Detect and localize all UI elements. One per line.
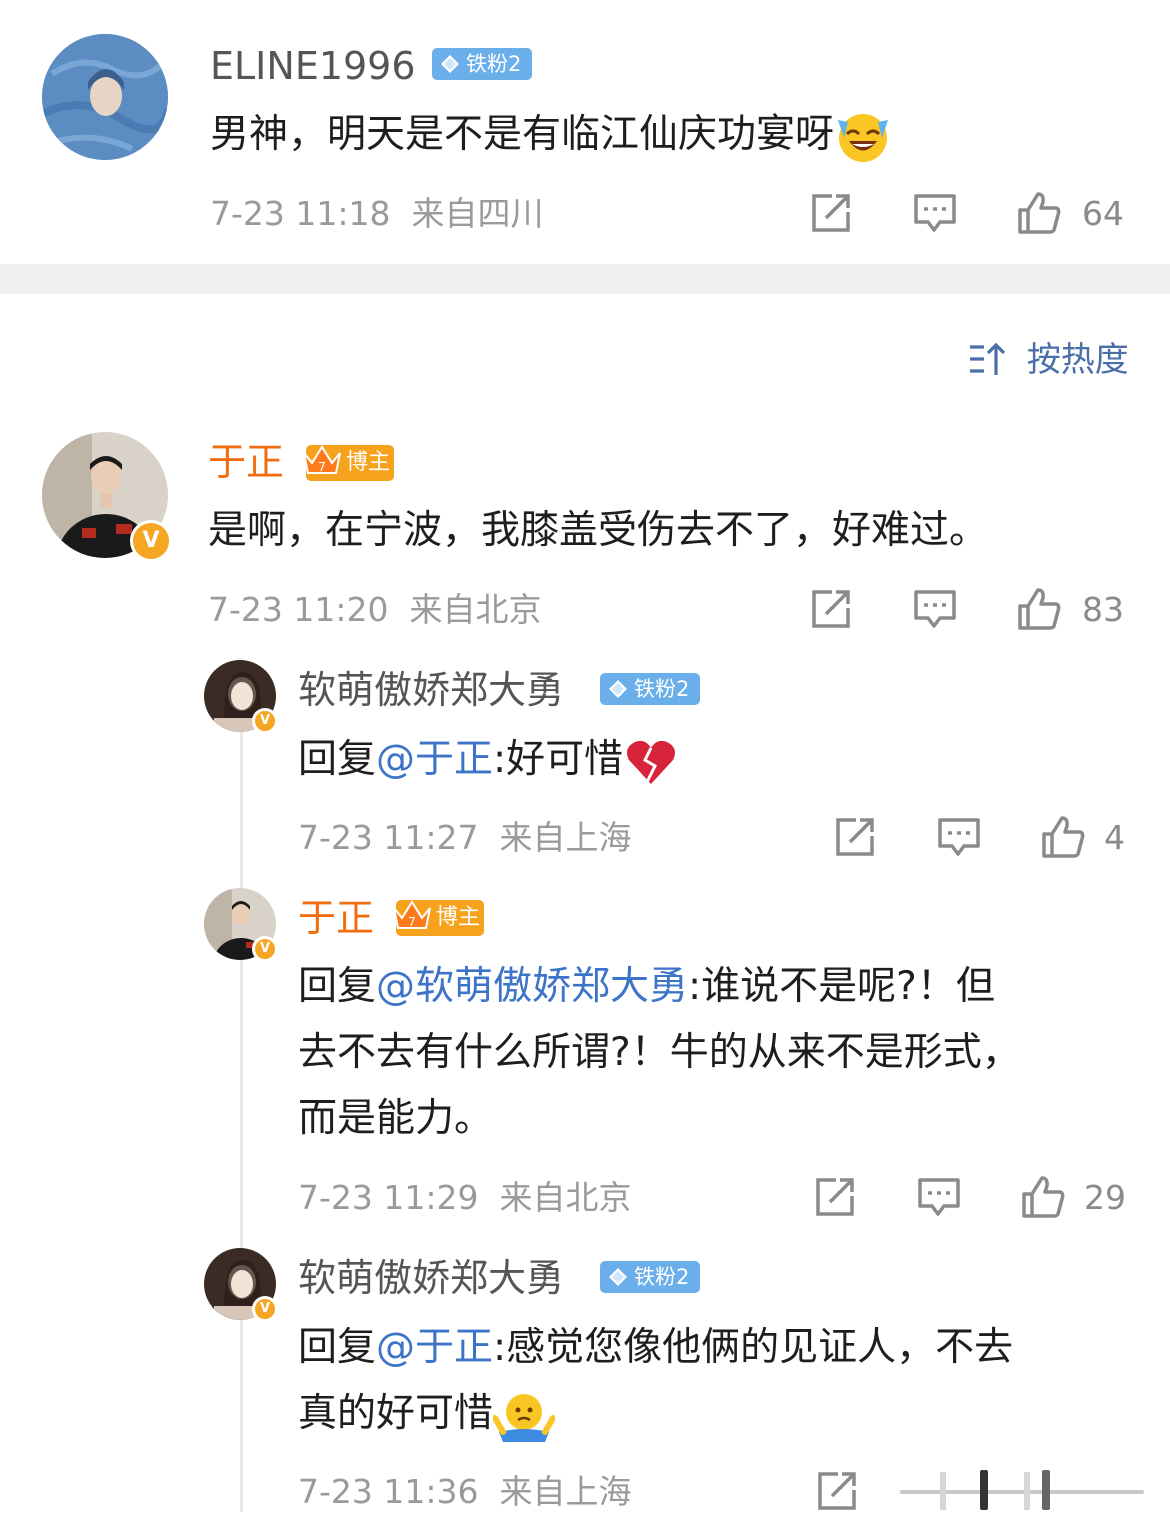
comment-meta: 7-23 11:20 来自北京 [208,590,541,630]
section-divider [0,264,1170,294]
diamond-icon [609,1268,627,1286]
timestamp: 7-23 11:20 [208,590,389,629]
sort-button[interactable]: 按热度 [968,340,1129,380]
badge-label: 铁粉2 [634,1265,690,1289]
avatar[interactable] [42,34,168,160]
svg-text:7: 7 [318,460,326,474]
username[interactable]: 于正 [298,898,374,938]
blogger-badge: 7 博主 [303,445,394,481]
reply-text: 回复@于正:感觉您像他俩的见证人，不去 真的好可惜 [298,1315,1148,1447]
like-count: 4 [1104,818,1125,857]
reply-meta: 7-23 11:27 来自上海 [298,818,631,858]
username[interactable]: ELINE1996 [210,46,416,86]
badge-label: 博主 [346,450,391,475]
comment-meta: 7-23 11:18 来自四川 [210,194,543,234]
reply-prefix: 回复 [298,737,377,782]
username[interactable]: 于正 [208,442,284,482]
sort-icon [970,342,1006,375]
mention-link[interactable]: @于正 [376,1325,493,1370]
broken-heart-emoji [627,740,676,784]
badge-label: 铁粉2 [634,677,690,701]
reply-body: :谁说不是呢?！但 [688,964,995,1009]
location: 来自北京 [499,1178,632,1217]
comment-icon[interactable] [936,814,982,860]
comment-text: 男神，明天是不是有临江仙庆功宴呀 [210,102,892,168]
reply-text: 回复@软萌傲娇郑大勇:谁说不是呢?！但 去不去有什么所谓?！牛的从来不是形式， … [298,954,1138,1152]
location: 来自上海 [499,818,632,857]
mention-link[interactable]: @软萌傲娇郑大勇 [376,964,688,1009]
like-icon[interactable] [1016,586,1062,632]
reply-prefix: 回复 [298,964,377,1009]
location: 来自四川 [411,194,544,233]
share-icon[interactable] [808,190,854,236]
reply-body: 去不去有什么所谓?！牛的从来不是形式， [298,1030,1021,1075]
like-count: 83 [1082,590,1124,629]
share-icon[interactable] [812,1174,858,1220]
comment-icon[interactable] [912,586,958,632]
crown-icon: 7 [393,900,431,929]
like-icon[interactable] [1016,190,1062,236]
timestamp: 7-23 11:29 [298,1178,479,1217]
share-icon[interactable] [808,586,854,632]
reply-body: :好可惜 [493,737,624,782]
bottom-overlay [900,1466,1150,1516]
comment-text: 是啊，在宁波，我膝盖受伤去不了，好难过。 [208,508,989,553]
share-icon[interactable] [832,814,878,860]
reply-body: 而是能力。 [298,1096,494,1141]
comment-icon[interactable] [912,190,958,236]
badge-label: 铁粉2 [466,52,522,76]
like-icon[interactable] [1040,814,1086,860]
crown-icon: 7 [303,445,341,474]
reply-body: :感觉您像他俩的见证人，不去 [493,1325,1014,1370]
comment-icon[interactable] [916,1174,962,1220]
username[interactable]: 软萌傲娇郑大勇 [298,670,564,710]
share-icon[interactable] [814,1468,860,1514]
reply-meta: 7-23 11:29 来自北京 [298,1178,631,1218]
verified-badge: V [252,708,278,734]
timestamp: 7-23 11:18 [210,194,391,233]
blogger-badge: 7 博主 [393,900,484,936]
location: 来自上海 [499,1472,632,1511]
verified-badge: V [130,520,172,562]
fan-badge: 铁粉2 [600,1261,700,1293]
like-count: 29 [1084,1178,1126,1217]
diamond-icon [441,55,459,73]
thread-line [240,732,243,1512]
sort-label: 按热度 [1026,340,1129,380]
verified-badge: V [252,1296,278,1322]
shrug-emoji [493,1393,556,1442]
reply-meta: 7-23 11:36 来自上海 [298,1472,631,1512]
fan-badge: 铁粉2 [600,673,700,705]
username[interactable]: 软萌傲娇郑大勇 [298,1258,564,1298]
fan-badge: 铁粉2 [432,48,532,80]
laughing-tears-emoji [838,113,889,162]
like-icon[interactable] [1020,1174,1066,1220]
like-count: 64 [1082,194,1124,233]
badge-label: 博主 [436,905,481,930]
timestamp: 7-23 11:27 [298,818,479,857]
verified-badge: V [252,936,278,962]
timestamp: 7-23 11:36 [298,1472,479,1511]
svg-text:7: 7 [408,915,416,929]
reply-prefix: 回复 [298,1325,377,1370]
comment-body: 男神，明天是不是有临江仙庆功宴呀 [210,112,835,157]
diamond-icon [609,680,627,698]
mention-link[interactable]: @于正 [376,737,493,782]
reply-body: 真的好可惜 [298,1391,494,1436]
location: 来自北京 [409,590,542,629]
reply-text: 回复@于正:好可惜 [298,727,679,793]
